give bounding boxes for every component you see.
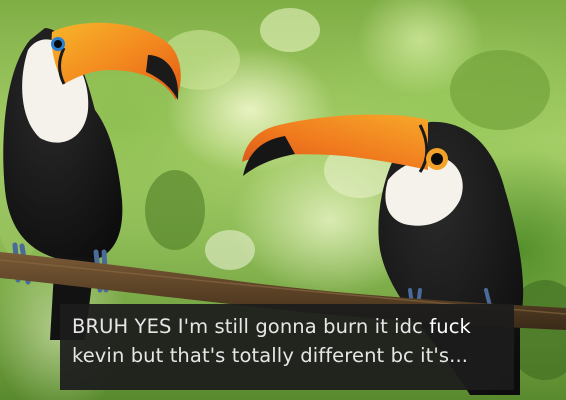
caption-overlay: BRUH YES I'm still gonna burn it idc fuc… <box>60 304 514 390</box>
caption-text-line1: BRUH YES I'm still gonna burn it idc <box>72 315 430 338</box>
caption-emphasis-word: fuck <box>429 315 471 338</box>
toucan-photo: BRUH YES I'm still gonna burn it idc fuc… <box>0 0 566 400</box>
caption-text-line2: kevin but that's totally different bc it… <box>72 344 469 367</box>
